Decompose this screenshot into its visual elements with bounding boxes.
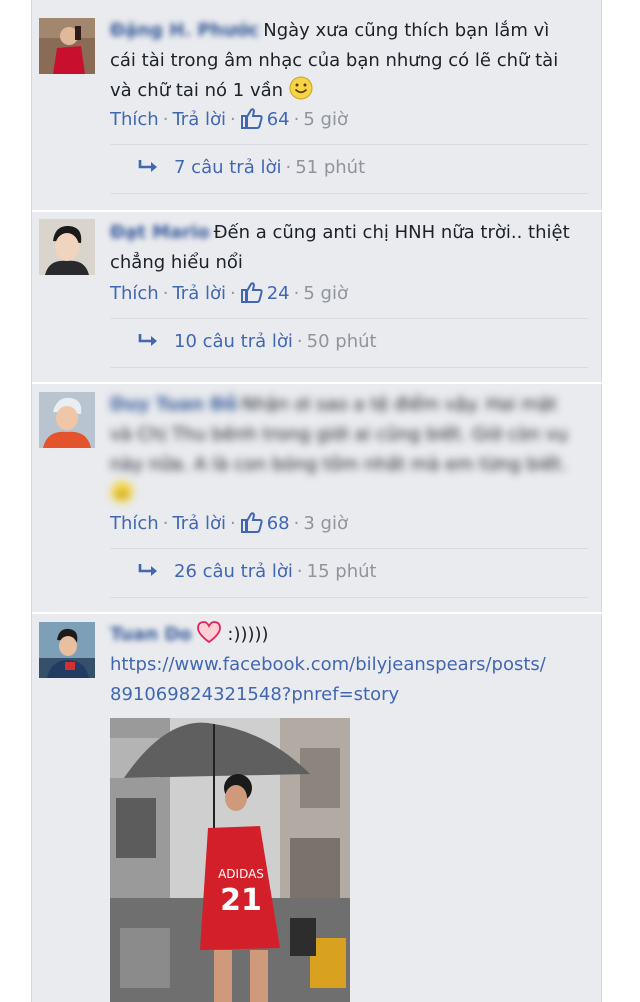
divider [110,367,588,368]
jersey-number: 21 [220,883,262,918]
comment-actions: Thích · Trả lời · 24 · 5 giờ [110,282,348,304]
reply-button[interactable]: Trả lời [172,109,226,130]
comment-text-block: Đặng H. Phước Ngày xưa cũng thích bạn lắm… [110,16,580,106]
reply-time: 50 phút [306,331,377,352]
thumbs-up-icon [240,282,263,303]
thumbs-up-icon [240,108,263,129]
avatar[interactable] [39,219,95,275]
comment-actions: Thích · Trả lời · 64 · 5 giờ [110,108,348,130]
comment-text-block: Duy Tuan Đỗ Nhận ơi sao a tệ điểm vậy. Ha… [110,390,580,510]
reply-arrow-icon [138,334,157,346]
comment-time[interactable]: 3 giờ [303,513,348,534]
reply-count[interactable]: 26 câu trả lời [174,561,293,582]
reply-button[interactable]: Trả lời [172,283,226,304]
replies-link[interactable]: 26 câu trả lời · 15 phút [138,559,377,585]
reply-time: 15 phút [306,561,377,582]
commenter-name[interactable]: Đạt Mario [110,222,210,243]
comment-item: Đặng H. Phước Ngày xưa cũng thích bạn lắm… [32,0,602,210]
reply-arrow-icon [138,160,157,172]
like-button[interactable]: Thích [110,283,159,304]
divider [110,193,588,194]
reply-count[interactable]: 7 câu trả lời [174,157,281,178]
blurred-comment: Duy Tuan Đỗ Nhận ơi sao a tệ điểm vậy. Ha… [110,394,568,505]
comment-time[interactable]: 5 giờ [303,283,348,304]
like-count[interactable]: 24 [240,282,290,304]
like-count[interactable]: 64 [240,108,290,130]
comment-item: Tuan Do :))))) https://www.facebook.com/… [32,614,602,1002]
comment-text-block: Tuan Do :))))) https://www.facebook.com/… [110,620,588,710]
thumbs-up-icon [240,512,263,533]
comment-item: Đạt Mario Đến a cũng anti chị HNH nữa trờ… [32,212,602,382]
commenter-name[interactable]: Duy Tuan Đỗ [110,394,238,415]
shared-link[interactable]: https://www.facebook.com/bilyjeanspears/… [110,650,588,710]
reply-count[interactable]: 10 câu trả lời [174,331,293,352]
heart-icon [196,621,221,644]
attached-photo[interactable]: ADIDAS 21 [110,718,350,1002]
avatar[interactable] [39,392,95,448]
reply-time: 51 phút [295,157,366,178]
replies-link[interactable]: 10 câu trả lời · 50 phút [138,329,377,355]
comment-item: Duy Tuan Đỗ Nhận ơi sao a tệ điểm vậy. Ha… [32,384,602,612]
avatar[interactable] [39,18,95,74]
like-count[interactable]: 68 [240,512,290,534]
smiley-icon [289,76,313,100]
comment-text-block: Đạt Mario Đến a cũng anti chị HNH nữa trờ… [110,218,580,278]
comment-actions: Thích · Trả lời · 68 · 3 giờ [110,512,348,534]
divider [110,144,588,145]
smiley-icon [111,481,133,503]
comment-time[interactable]: 5 giờ [303,109,348,130]
reply-arrow-icon [138,564,157,576]
replies-link[interactable]: 7 câu trả lời · 51 phút [138,155,365,181]
jersey-brand: ADIDAS [218,867,264,881]
commenter-name[interactable]: Tuan Do [110,624,192,645]
divider [110,597,588,598]
commenter-name[interactable]: Đặng H. Phước [110,20,259,41]
comment-feed: Đặng H. Phước Ngày xưa cũng thích bạn lắm… [0,0,640,1002]
divider [110,548,588,549]
avatar[interactable] [39,622,95,678]
reply-button[interactable]: Trả lời [172,513,226,534]
comment-text: :))))) [227,624,269,645]
like-button[interactable]: Thích [110,513,159,534]
divider [110,318,588,319]
like-button[interactable]: Thích [110,109,159,130]
